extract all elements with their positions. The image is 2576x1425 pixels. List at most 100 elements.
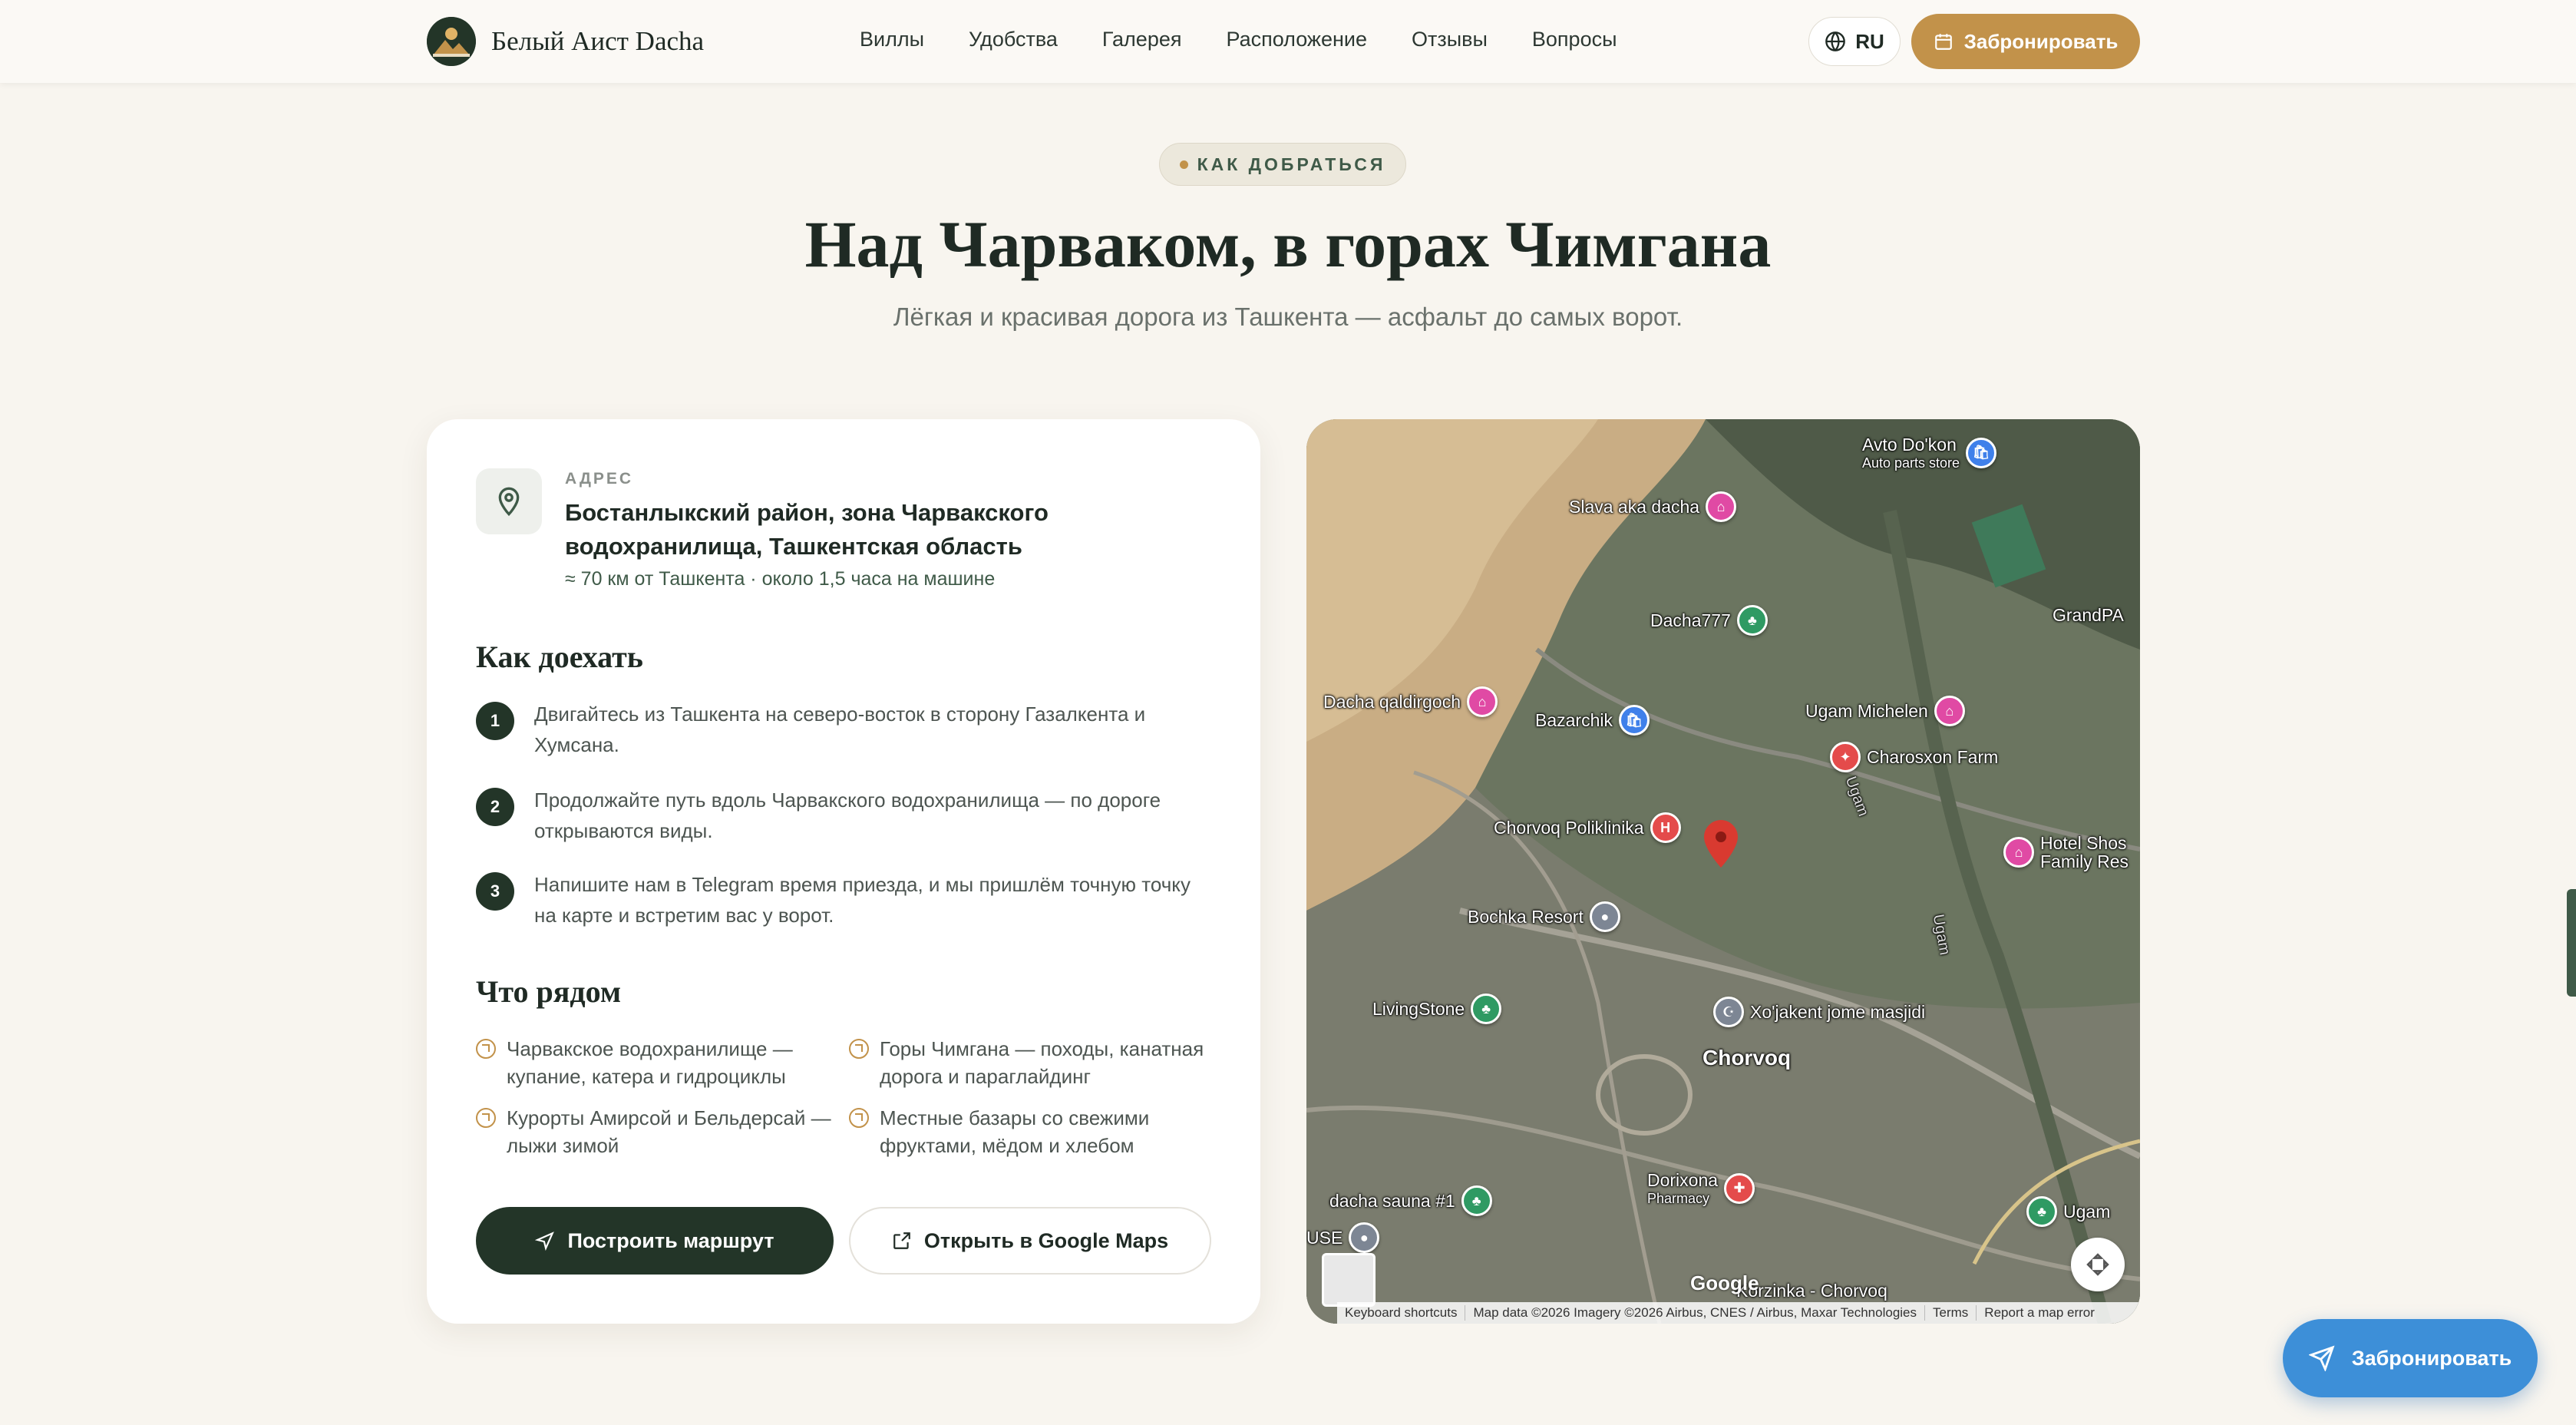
direction-step: 2 Продолжайте путь вдоль Чарвакского вод… [476,785,1213,846]
map-poi-label: Dacha qaldirgoch [1323,691,1461,712]
section-eyebrow: КАК ДОБРАТЬСЯ [1159,143,1406,186]
town-name: Chorvoq [1702,1046,1792,1070]
compass-icon [476,1039,496,1059]
nav-link-villas[interactable]: Виллы [860,28,924,51]
map-poi[interactable]: LivingStone ♣ [1372,994,1502,1024]
map-poi[interactable]: Ugam Michelen ⌂ [1805,696,1965,726]
map-town-label: Chorvoq [1702,1046,1791,1070]
map-type-toggle[interactable] [1322,1253,1376,1307]
map-poi[interactable]: ⌂ Hotel Shos Family Res [2003,834,2140,871]
top-navbar: Белый Аист Dacha Виллы Удобства Галерея … [0,0,2576,83]
brand[interactable]: Белый Аист Dacha [427,17,704,66]
map-poi-label: USE [1306,1227,1343,1248]
build-route-button[interactable]: Построить маршрут [476,1207,834,1275]
send-icon [2308,1345,2335,1371]
map-poi-label: Chorvoq Poliklinika [1494,817,1644,838]
location-map[interactable]: Avto Do'kon Auto parts store 🛍 Slava aka … [1306,419,2140,1324]
build-route-label: Построить маршрут [567,1228,774,1252]
map-poi-label: Charosxon Farm [1867,746,1999,767]
address-label: АДРЕС [565,470,634,488]
language-code: RU [1855,29,1884,53]
section-title: Над Чарваком, в горах Чимгана [804,207,1772,281]
map-poi-label: Dacha777 [1650,610,1731,630]
lodging-pin-icon: ⌂ [2003,837,2034,868]
map-poi[interactable]: dacha sauna #1 ♣ [1329,1185,1492,1216]
direction-step: 3 Напишите нам в Telegram время приезда,… [476,869,1213,931]
eyebrow-dot [1179,160,1188,169]
place-pin-icon: ● [1349,1222,1380,1253]
map-poi-label: Avto Do'kon Auto parts store [1862,435,1960,471]
map-poi[interactable]: Avto Do'kon Auto parts store 🛍 [1862,435,1997,471]
step-text: Напишите нам в Telegram время приезда, и… [534,873,1191,927]
hospital-pin-icon: H [1650,812,1681,843]
directions-card: АДРЕС Бостанлыкский район, зона Чарвакск… [427,419,1260,1324]
nav-link-amenities[interactable]: Удобства [969,28,1058,51]
nav-link-faq[interactable]: Вопросы [1532,28,1617,51]
map-poi-label: Bazarchik [1535,709,1613,730]
open-google-maps-label: Открыть в Google Maps [923,1228,1169,1252]
terms-link[interactable]: Terms [1925,1305,1977,1321]
brand-name: Белый Аист Dacha [491,26,705,56]
park-pin-icon: ♣ [2026,1196,2057,1227]
header-book-button[interactable]: Забронировать [1911,14,2140,69]
map-poi-label: Slava aka dacha [1569,496,1700,517]
nearby-item: Чарвакское водохранилище — купание, кате… [476,1035,837,1090]
brand-logo-icon [427,17,476,66]
map-poi[interactable]: Bochka Resort ● [1468,901,1620,932]
keyboard-shortcuts-link[interactable]: Keyboard shortcuts [1337,1305,1466,1321]
main-nav: Виллы Удобства Галерея Расположение Отзы… [860,28,1617,51]
lodging-pin-icon: ⌂ [1467,686,1498,717]
map-poi[interactable]: Bazarchik 🛍 [1535,705,1650,736]
map-poi[interactable]: ☪ Xo'jakent jome masjidi [1713,997,1925,1027]
mosque-pin-icon: ☪ [1713,997,1744,1027]
step-number: 1 [476,702,514,740]
place-pin-icon: ● [1589,901,1620,932]
nav-link-reviews[interactable]: Отзывы [1412,28,1488,51]
park-pin-icon: ♣ [1736,605,1768,636]
eyebrow-label: КАК ДОБРАТЬСЯ [1197,154,1386,174]
direction-step: 1 Двигайтесь из Ташкента на северо-восто… [476,699,1213,760]
map-poi[interactable]: GrandPA [2053,605,2124,626]
nearby-title: Что рядом [476,974,622,1009]
map-poi-label: Ugam Michelen [1805,700,1928,721]
open-google-maps-button[interactable]: Открыть в Google Maps [849,1207,1211,1275]
nav-link-gallery[interactable]: Галерея [1102,28,1182,51]
map-fullscreen-button[interactable] [2071,1238,2125,1291]
map-poi[interactable]: Dorixona Pharmacy ✚ [1647,1170,1755,1206]
villa-location-marker-icon[interactable] [1704,820,1738,868]
map-poi[interactable]: ✦ Charosxon Farm [1830,742,1998,772]
external-link-icon [893,1232,910,1249]
nearby-item-text: Курорты Амирсой и Бельдерсай — лыжи зимо… [507,1106,831,1157]
map-poi[interactable]: Slava aka dacha ⌂ [1569,491,1737,522]
step-number: 2 [476,788,514,826]
map-poi[interactable]: Dacha qaldirgoch ⌂ [1323,686,1498,717]
map-poi[interactable]: ♣ Ugam [2026,1196,2110,1227]
park-pin-icon: ♣ [1461,1185,1492,1216]
lodging-pin-icon: ⌂ [1934,696,1965,726]
page-scrollbar-thumb[interactable] [2567,889,2576,997]
calendar-icon [1934,34,1952,50]
floating-book-button[interactable]: Забронировать [2283,1319,2538,1397]
compass-icon [849,1039,869,1059]
step-number: 3 [476,872,514,911]
expand-arrows-icon [2086,1253,2109,1276]
address-text: Бостанлыкский район, зона Чарвакского во… [565,499,1049,560]
header-book-label: Забронировать [1963,29,2119,53]
map-poi[interactable]: Dacha777 ♣ [1650,605,1768,636]
map-poi[interactable]: Chorvoq Poliklinika H [1494,812,1681,843]
compass-icon [849,1108,869,1128]
map-attribution-bar: Keyboard shortcuts Map data ©2026 Imager… [1337,1302,2140,1324]
location-pin-icon [476,468,542,534]
nearby-item: Местные базары со свежими фруктами, мёдо… [849,1104,1210,1159]
language-switcher[interactable]: RU [1808,17,1901,66]
report-error-link[interactable]: Report a map error [1977,1305,2102,1321]
nav-link-location[interactable]: Расположение [1226,28,1367,51]
globe-icon [1825,31,1846,51]
nearby-item: Горы Чимгана — походы, канатная дорога и… [849,1035,1210,1090]
address-distance-note: ≈ 70 км от Ташкента · около 1,5 часа на … [565,568,996,590]
nearby-item-text: Чарвакское водохранилище — купание, кате… [507,1037,793,1088]
map-poi-label: GrandPA [2053,605,2124,625]
map-poi[interactable]: USE ● [1306,1222,1380,1253]
shop-pin-icon: 🛍 [1618,705,1650,736]
park-pin-icon: ♣ [1471,994,1502,1024]
